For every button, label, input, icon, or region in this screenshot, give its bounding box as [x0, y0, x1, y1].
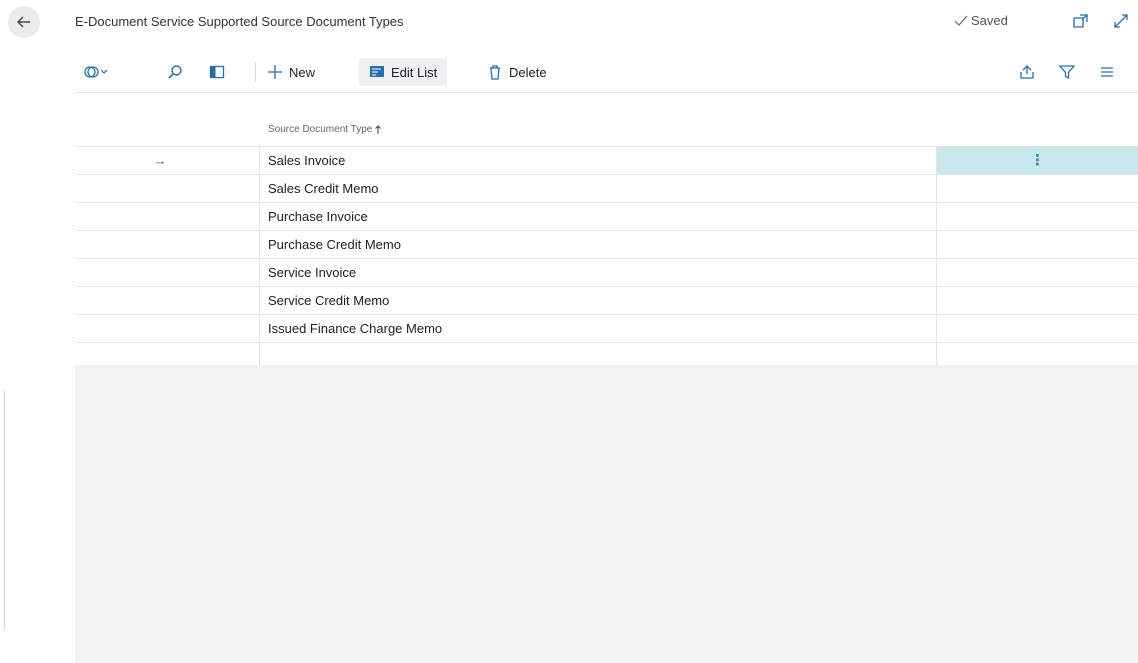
table-row[interactable]: Issued Finance Charge Memo — [75, 314, 1138, 343]
left-panel-edge — [0, 390, 5, 630]
source-document-type-cell[interactable]: Issued Finance Charge Memo — [259, 314, 937, 343]
list-empty-area — [75, 365, 1138, 663]
share-button[interactable] — [1019, 58, 1035, 86]
row-indicator-cell — [75, 174, 260, 203]
share-icon — [1020, 65, 1034, 79]
delete-button[interactable]: Delete — [487, 58, 547, 86]
row-actions-cell[interactable] — [936, 258, 1138, 287]
new-label: New — [289, 64, 316, 80]
page: E-Document Service Supported Source Docu… — [0, 0, 1138, 663]
row-actions-cell[interactable] — [936, 230, 1138, 259]
edit-list-label: Edit List — [391, 64, 438, 80]
search-button[interactable] — [167, 58, 183, 86]
new-button[interactable]: New — [267, 58, 315, 86]
table-row[interactable]: Sales Credit Memo — [75, 174, 1138, 203]
source-document-type-grid: → Sales Invoice ⋮ Sales Credit Memo Purc… — [75, 146, 1138, 371]
views-button[interactable] — [83, 58, 109, 86]
source-document-type-cell[interactable]: Service Invoice — [259, 258, 937, 287]
source-document-type-cell[interactable]: Purchase Invoice — [259, 202, 937, 231]
delete-label: Delete — [509, 64, 547, 80]
table-row[interactable]: Service Invoice — [75, 258, 1138, 287]
row-indicator-cell — [75, 314, 260, 343]
list-icon — [1101, 67, 1113, 77]
source-document-type-cell[interactable]: Service Credit Memo — [259, 286, 937, 315]
row-actions-cell[interactable]: ⋮ — [936, 146, 1138, 175]
row-indicator-cell — [75, 202, 260, 231]
table-row[interactable]: Purchase Credit Memo — [75, 230, 1138, 259]
column-header-source-document-type[interactable]: Source Document Type — [268, 124, 382, 135]
row-indicator-cell — [75, 230, 260, 259]
check-icon — [954, 15, 968, 26]
page-title: E-Document Service Supported Source Docu… — [75, 14, 404, 29]
filter-button[interactable] — [1059, 58, 1075, 86]
arrow-right-icon: → — [153, 153, 167, 168]
row-actions-cell[interactable] — [936, 202, 1138, 231]
filter-pane-icon — [209, 65, 225, 79]
edit-list-button[interactable]: Edit List — [359, 58, 448, 86]
row-actions-cell[interactable] — [936, 174, 1138, 203]
open-new-window-button[interactable] — [1072, 12, 1090, 35]
row-indicator-cell — [75, 258, 260, 287]
saved-status: Saved — [954, 13, 1008, 28]
saved-label: Saved — [971, 13, 1008, 28]
filter-icon — [1059, 65, 1075, 80]
filter-pane-button[interactable] — [209, 58, 225, 86]
row-indicator-cell: → — [75, 146, 260, 175]
arrow-left-icon — [17, 16, 30, 28]
plus-icon — [268, 65, 282, 79]
row-actions-cell[interactable] — [936, 286, 1138, 315]
action-toolbar: New Edit List Delete — [75, 52, 1138, 93]
more-vertical-icon[interactable]: ⋮ — [937, 153, 1138, 168]
toolbar-separator — [255, 62, 256, 82]
row-actions-cell[interactable] — [936, 314, 1138, 343]
row-indicator-cell — [75, 286, 260, 315]
table-row[interactable]: Service Credit Memo — [75, 286, 1138, 315]
expand-button[interactable] — [1112, 12, 1130, 35]
search-icon — [168, 65, 182, 79]
open-new-window-icon — [1073, 14, 1088, 28]
table-row[interactable]: Purchase Invoice — [75, 202, 1138, 231]
views-icon — [84, 66, 108, 78]
edit-list-icon — [370, 66, 384, 77]
back-button[interactable] — [8, 6, 40, 38]
sort-ascending-icon — [375, 125, 382, 134]
source-document-type-cell[interactable]: Sales Invoice — [259, 146, 937, 175]
table-row[interactable]: → Sales Invoice ⋮ — [75, 146, 1138, 175]
column-header-label: Source Document Type — [268, 124, 373, 135]
source-document-type-cell[interactable]: Sales Credit Memo — [259, 174, 937, 203]
expand-icon — [1114, 14, 1128, 28]
source-document-type-cell[interactable]: Purchase Credit Memo — [259, 230, 937, 259]
list-options-button[interactable] — [1099, 58, 1115, 86]
trash-icon — [490, 65, 500, 80]
